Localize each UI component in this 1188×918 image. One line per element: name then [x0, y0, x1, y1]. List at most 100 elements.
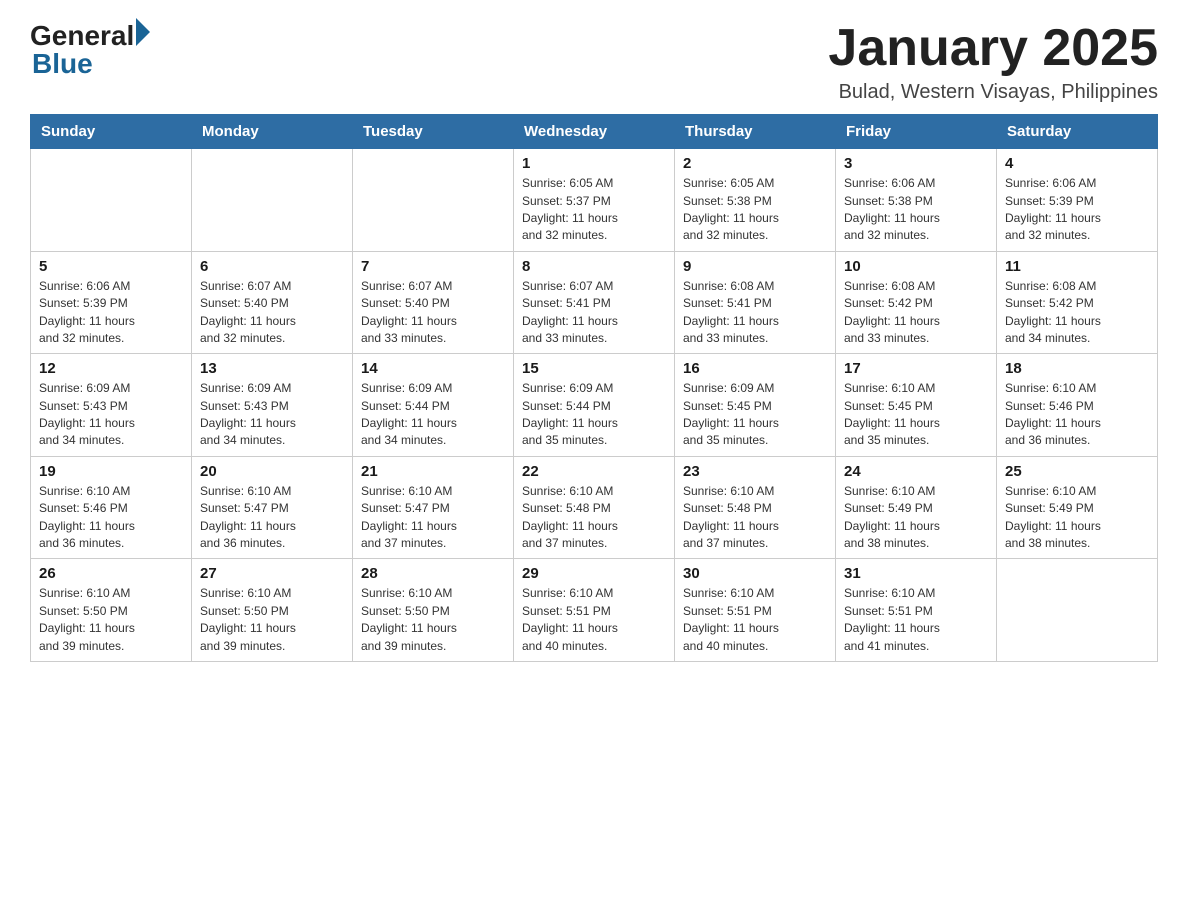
calendar-cell: 24 Sunrise: 6:10 AMSunset: 5:49 PMDayligh… — [836, 456, 997, 559]
day-number: 16 — [683, 360, 827, 377]
day-info: Sunrise: 6:08 AMSunset: 5:41 PMDaylight:… — [683, 278, 827, 348]
day-info: Sunrise: 6:09 AMSunset: 5:44 PMDaylight:… — [361, 380, 505, 450]
calendar-subtitle: Bulad, Western Visayas, Philippines — [828, 81, 1158, 104]
calendar-cell: 5Sunrise: 6:06 AMSunset: 5:39 PMDaylight… — [31, 251, 192, 354]
calendar-cell: 26 Sunrise: 6:10 AMSunset: 5:50 PMDayligh… — [31, 559, 192, 662]
day-info: Sunrise: 6:06 AMSunset: 5:38 PMDaylight:… — [844, 175, 988, 245]
calendar-title: January 2025 — [828, 20, 1158, 77]
calendar-cell: 8 Sunrise: 6:07 AMSunset: 5:41 PMDaylight… — [514, 251, 675, 354]
calendar-cell: 14 Sunrise: 6:09 AMSunset: 5:44 PMDayligh… — [353, 354, 514, 457]
day-number: 1 — [522, 155, 666, 172]
day-info: Sunrise: 6:09 AMSunset: 5:44 PMDaylight:… — [522, 380, 666, 450]
day-number: 24 — [844, 463, 988, 480]
day-number: 25 — [1005, 463, 1149, 480]
day-number: 21 — [361, 463, 505, 480]
weekday-header-wednesday: Wednesday — [514, 115, 675, 149]
calendar-cell: 19Sunrise: 6:10 AMSunset: 5:46 PMDayligh… — [31, 456, 192, 559]
day-number: 7 — [361, 258, 505, 275]
day-number: 26 — [39, 565, 183, 582]
calendar-cell — [353, 149, 514, 252]
calendar-cell: 1 Sunrise: 6:05 AMSunset: 5:37 PMDaylight… — [514, 149, 675, 252]
calendar-week-row: 19Sunrise: 6:10 AMSunset: 5:46 PMDayligh… — [31, 456, 1158, 559]
day-number: 12 — [39, 360, 183, 377]
day-info: Sunrise: 6:05 AMSunset: 5:38 PMDaylight:… — [683, 175, 827, 245]
calendar-week-row: 12 Sunrise: 6:09 AMSunset: 5:43 PMDayligh… — [31, 354, 1158, 457]
day-info: Sunrise: 6:08 AMSunset: 5:42 PMDaylight:… — [844, 278, 988, 348]
day-info: Sunrise: 6:05 AMSunset: 5:37 PMDaylight:… — [522, 175, 666, 245]
day-number: 30 — [683, 565, 827, 582]
day-number: 20 — [200, 463, 344, 480]
day-number: 29 — [522, 565, 666, 582]
day-number: 22 — [522, 463, 666, 480]
calendar-cell: 13 Sunrise: 6:09 AMSunset: 5:43 PMDayligh… — [192, 354, 353, 457]
calendar-body: 1 Sunrise: 6:05 AMSunset: 5:37 PMDaylight… — [31, 149, 1158, 662]
day-info: Sunrise: 6:10 AMSunset: 5:47 PMDaylight:… — [361, 483, 505, 553]
day-info: Sunrise: 6:10 AMSunset: 5:48 PMDaylight:… — [683, 483, 827, 553]
day-info: Sunrise: 6:09 AMSunset: 5:45 PMDaylight:… — [683, 380, 827, 450]
weekday-header-thursday: Thursday — [675, 115, 836, 149]
day-info: Sunrise: 6:10 AMSunset: 5:48 PMDaylight:… — [522, 483, 666, 553]
weekday-header-friday: Friday — [836, 115, 997, 149]
day-number: 11 — [1005, 258, 1149, 275]
day-number: 15 — [522, 360, 666, 377]
day-number: 9 — [683, 258, 827, 275]
day-info: Sunrise: 6:08 AMSunset: 5:42 PMDaylight:… — [1005, 278, 1149, 348]
day-number: 10 — [844, 258, 988, 275]
calendar-cell: 22 Sunrise: 6:10 AMSunset: 5:48 PMDayligh… — [514, 456, 675, 559]
day-number: 23 — [683, 463, 827, 480]
day-info: Sunrise: 6:09 AMSunset: 5:43 PMDaylight:… — [200, 380, 344, 450]
page-header: General Blue January 2025 Bulad, Western… — [30, 20, 1158, 104]
calendar-cell: 18Sunrise: 6:10 AMSunset: 5:46 PMDayligh… — [997, 354, 1158, 457]
day-info: Sunrise: 6:10 AMSunset: 5:50 PMDaylight:… — [361, 585, 505, 655]
day-info: Sunrise: 6:10 AMSunset: 5:51 PMDaylight:… — [683, 585, 827, 655]
calendar-cell: 12 Sunrise: 6:09 AMSunset: 5:43 PMDayligh… — [31, 354, 192, 457]
calendar-cell: 21 Sunrise: 6:10 AMSunset: 5:47 PMDayligh… — [353, 456, 514, 559]
day-info: Sunrise: 6:07 AMSunset: 5:40 PMDaylight:… — [361, 278, 505, 348]
day-number: 4 — [1005, 155, 1149, 172]
calendar-cell: 16 Sunrise: 6:09 AMSunset: 5:45 PMDayligh… — [675, 354, 836, 457]
calendar-cell: 17Sunrise: 6:10 AMSunset: 5:45 PMDayligh… — [836, 354, 997, 457]
calendar-table: SundayMondayTuesdayWednesdayThursdayFrid… — [30, 114, 1158, 662]
day-info: Sunrise: 6:10 AMSunset: 5:51 PMDaylight:… — [844, 585, 988, 655]
day-number: 8 — [522, 258, 666, 275]
calendar-cell — [192, 149, 353, 252]
day-info: Sunrise: 6:10 AMSunset: 5:46 PMDaylight:… — [1005, 380, 1149, 450]
calendar-cell: 7 Sunrise: 6:07 AMSunset: 5:40 PMDaylight… — [353, 251, 514, 354]
weekday-header-saturday: Saturday — [997, 115, 1158, 149]
day-number: 31 — [844, 565, 988, 582]
day-info: Sunrise: 6:07 AMSunset: 5:40 PMDaylight:… — [200, 278, 344, 348]
calendar-cell — [31, 149, 192, 252]
day-info: Sunrise: 6:06 AMSunset: 5:39 PMDaylight:… — [1005, 175, 1149, 245]
calendar-cell: 25 Sunrise: 6:10 AMSunset: 5:49 PMDayligh… — [997, 456, 1158, 559]
header-title-block: January 2025 Bulad, Western Visayas, Phi… — [828, 20, 1158, 104]
day-info: Sunrise: 6:10 AMSunset: 5:49 PMDaylight:… — [844, 483, 988, 553]
calendar-cell: 29 Sunrise: 6:10 AMSunset: 5:51 PMDayligh… — [514, 559, 675, 662]
calendar-cell: 15 Sunrise: 6:09 AMSunset: 5:44 PMDayligh… — [514, 354, 675, 457]
day-info: Sunrise: 6:10 AMSunset: 5:51 PMDaylight:… — [522, 585, 666, 655]
day-info: Sunrise: 6:07 AMSunset: 5:41 PMDaylight:… — [522, 278, 666, 348]
calendar-cell: 28 Sunrise: 6:10 AMSunset: 5:50 PMDayligh… — [353, 559, 514, 662]
logo-arrow-icon — [136, 18, 150, 46]
calendar-cell: 11 Sunrise: 6:08 AMSunset: 5:42 PMDayligh… — [997, 251, 1158, 354]
calendar-cell: 9 Sunrise: 6:08 AMSunset: 5:41 PMDaylight… — [675, 251, 836, 354]
day-number: 5 — [39, 258, 183, 275]
day-info: Sunrise: 6:09 AMSunset: 5:43 PMDaylight:… — [39, 380, 183, 450]
day-info: Sunrise: 6:10 AMSunset: 5:49 PMDaylight:… — [1005, 483, 1149, 553]
day-info: Sunrise: 6:10 AMSunset: 5:50 PMDaylight:… — [39, 585, 183, 655]
day-info: Sunrise: 6:10 AMSunset: 5:45 PMDaylight:… — [844, 380, 988, 450]
day-number: 13 — [200, 360, 344, 377]
weekday-header-tuesday: Tuesday — [353, 115, 514, 149]
calendar-cell: 27Sunrise: 6:10 AMSunset: 5:50 PMDayligh… — [192, 559, 353, 662]
calendar-cell: 3Sunrise: 6:06 AMSunset: 5:38 PMDaylight… — [836, 149, 997, 252]
calendar-week-row: 1 Sunrise: 6:05 AMSunset: 5:37 PMDaylight… — [31, 149, 1158, 252]
weekday-header-sunday: Sunday — [31, 115, 192, 149]
calendar-cell: 10 Sunrise: 6:08 AMSunset: 5:42 PMDayligh… — [836, 251, 997, 354]
logo-blue-text: Blue — [32, 48, 93, 80]
calendar-cell: 23 Sunrise: 6:10 AMSunset: 5:48 PMDayligh… — [675, 456, 836, 559]
calendar-cell: 6Sunrise: 6:07 AMSunset: 5:40 PMDaylight… — [192, 251, 353, 354]
day-number: 14 — [361, 360, 505, 377]
day-info: Sunrise: 6:10 AMSunset: 5:46 PMDaylight:… — [39, 483, 183, 553]
day-info: Sunrise: 6:10 AMSunset: 5:50 PMDaylight:… — [200, 585, 344, 655]
day-number: 28 — [361, 565, 505, 582]
calendar-week-row: 26 Sunrise: 6:10 AMSunset: 5:50 PMDayligh… — [31, 559, 1158, 662]
